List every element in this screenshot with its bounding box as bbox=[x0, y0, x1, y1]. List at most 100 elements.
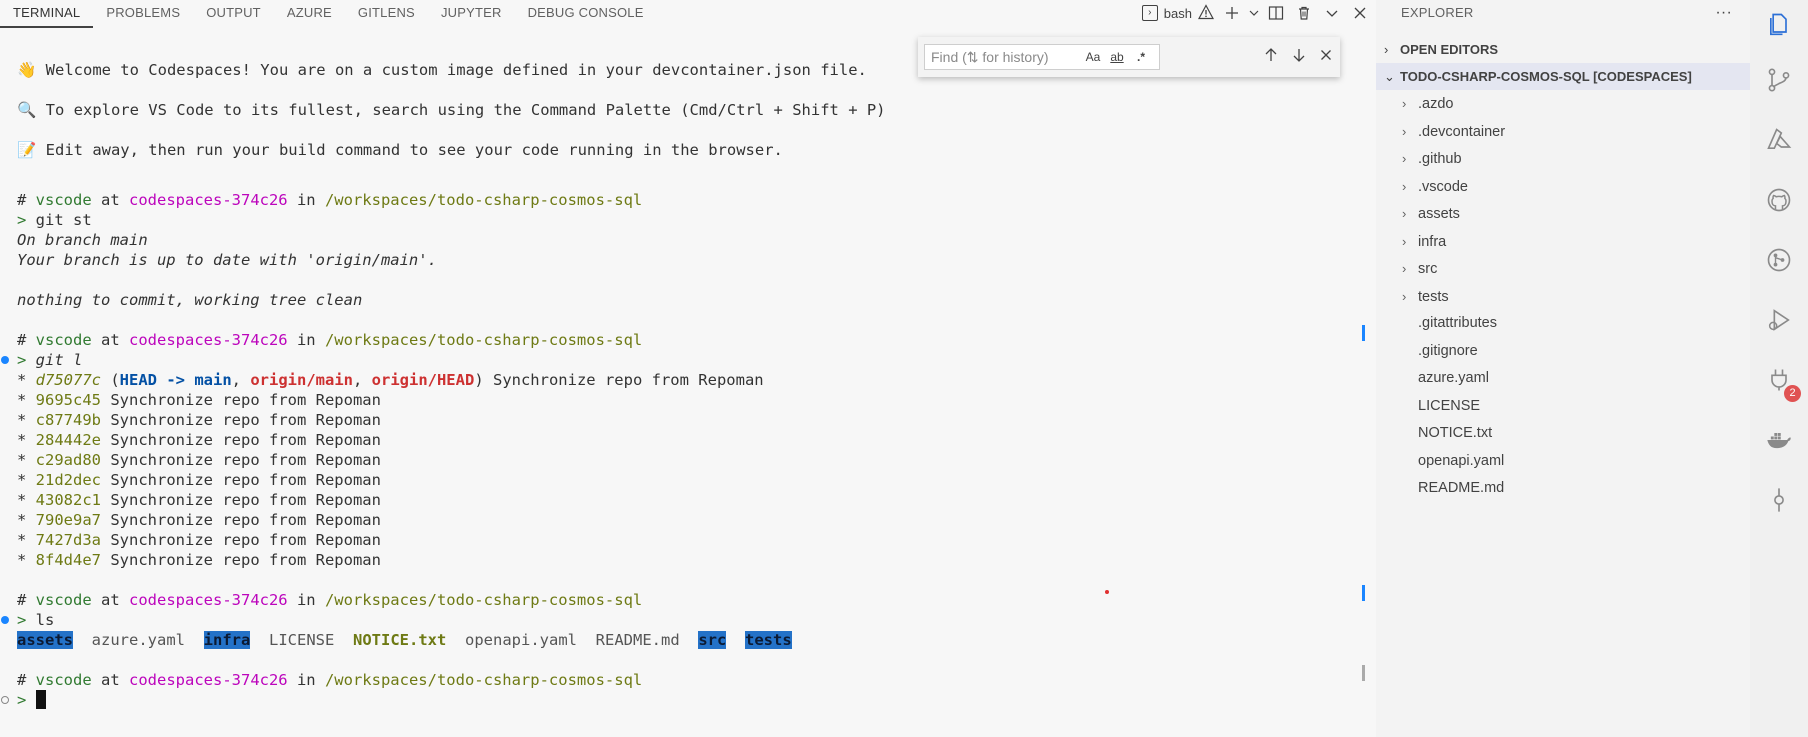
commit-hash: 21d2dec bbox=[35, 471, 101, 489]
ls-dir: src bbox=[698, 631, 727, 649]
command-decoration-icon[interactable] bbox=[1, 616, 9, 624]
tree-folder[interactable]: › .vscode bbox=[1376, 173, 1750, 201]
close-panel-button[interactable] bbox=[1346, 0, 1374, 26]
tab-gitlens[interactable]: GITLENS bbox=[345, 0, 428, 26]
tree-file[interactable]: .gitignore bbox=[1376, 338, 1750, 366]
maximize-panel-button[interactable] bbox=[1318, 0, 1346, 26]
command-line: > git l bbox=[1, 350, 1357, 370]
commit-hash: 284442e bbox=[35, 431, 101, 449]
next-match-button[interactable] bbox=[1285, 47, 1312, 67]
split-terminal-button[interactable] bbox=[1262, 0, 1290, 26]
terminal-cursor bbox=[35, 690, 46, 709]
open-editors-section[interactable]: › OPEN EDITORS bbox=[1376, 36, 1750, 63]
extensions-badge: 2 bbox=[1784, 385, 1801, 402]
chevron-down-icon[interactable] bbox=[1246, 0, 1262, 26]
extensions-icon[interactable]: 2 bbox=[1750, 355, 1808, 405]
tree-folder[interactable]: › .github bbox=[1376, 145, 1750, 173]
commit-message: Synchronize repo from Repoman bbox=[110, 451, 381, 469]
terminal-output[interactable]: 👋 Welcome to Codespaces! You are on a cu… bbox=[1, 50, 1357, 710]
explorer-header: EXPLORER ··· bbox=[1376, 0, 1750, 26]
tree-folder[interactable]: › .devcontainer bbox=[1376, 118, 1750, 146]
commit-line: * 43082c1 Synchronize repo from Repoman bbox=[17, 491, 381, 509]
github-icon[interactable] bbox=[1750, 175, 1808, 225]
tree-file[interactable]: LICENSE bbox=[1376, 393, 1750, 421]
command-decoration-icon[interactable] bbox=[1, 356, 9, 364]
commit-line: * 21d2dec Synchronize repo from Repoman bbox=[17, 471, 381, 489]
tab-terminal[interactable]: TERMINAL bbox=[0, 0, 94, 28]
tree-folder[interactable]: › infra bbox=[1376, 228, 1750, 256]
tree-file[interactable]: NOTICE.txt bbox=[1376, 420, 1750, 448]
welcome-line-3: 📝 Edit away, then run your build command… bbox=[17, 130, 1357, 170]
regex-toggle[interactable]: .* bbox=[1129, 50, 1153, 64]
close-find-button[interactable] bbox=[1313, 47, 1340, 67]
tab-jupyter[interactable]: JUPYTER bbox=[428, 0, 515, 26]
chevron-right-icon: › bbox=[1402, 261, 1407, 276]
commit-icon[interactable] bbox=[1750, 475, 1808, 525]
folder-name: tests bbox=[1418, 288, 1449, 305]
tree-file[interactable]: azure.yaml bbox=[1376, 365, 1750, 393]
tree-folder[interactable]: › src bbox=[1376, 255, 1750, 283]
active-prompt-line[interactable]: > bbox=[1, 690, 1357, 710]
welcome-text-1: Welcome to Codespaces! You are on a cust… bbox=[45, 61, 867, 79]
commit-message: Synchronize repo from Repoman bbox=[110, 531, 381, 549]
output-line: nothing to commit, working tree clean bbox=[17, 291, 363, 309]
terminal-selector[interactable]: › bash bbox=[1138, 0, 1218, 26]
ls-file: NOTICE.txt bbox=[353, 631, 447, 649]
source-control-icon[interactable] bbox=[1750, 55, 1808, 105]
new-terminal-button[interactable] bbox=[1218, 0, 1246, 26]
docker-icon[interactable] bbox=[1750, 415, 1808, 465]
ls-dir: tests bbox=[745, 631, 792, 649]
tree-folder[interactable]: › assets bbox=[1376, 200, 1750, 228]
red-marker-dot bbox=[1105, 590, 1109, 594]
activity-bar: 2 bbox=[1750, 0, 1808, 737]
welcome-line-2: 🔍 To explore VS Code to its fullest, sea… bbox=[17, 90, 1357, 130]
welcome-text-3: Edit away, then run your build command t… bbox=[45, 141, 783, 159]
command-decoration-icon[interactable] bbox=[1, 696, 9, 704]
more-actions-icon[interactable]: ··· bbox=[1715, 0, 1732, 26]
run-debug-icon[interactable] bbox=[1750, 295, 1808, 345]
folder-name: infra bbox=[1418, 233, 1447, 250]
prompt-line: # vscode at codespaces-374c26 in /worksp… bbox=[17, 331, 643, 349]
folder-name: assets bbox=[1418, 206, 1460, 222]
find-input[interactable] bbox=[931, 49, 1081, 65]
commit-message: Synchronize repo from Repoman bbox=[110, 431, 381, 449]
tree-folder[interactable]: › tests bbox=[1376, 283, 1750, 311]
tab-output[interactable]: OUTPUT bbox=[193, 0, 274, 26]
file-name: openapi.yaml bbox=[1418, 452, 1505, 469]
commit-hash: 8f4d4e7 bbox=[35, 551, 101, 569]
files-icon[interactable] bbox=[1750, 0, 1808, 50]
tree-file[interactable]: .gitattributes bbox=[1376, 310, 1750, 338]
commit-line: * 284442e Synchronize repo from Repoman bbox=[17, 431, 381, 449]
arrow-up-icon bbox=[1265, 48, 1277, 61]
commit-line: * 7427d3a Synchronize repo from Repoman bbox=[17, 531, 381, 549]
commit-hash: c29ad80 bbox=[35, 451, 101, 469]
azure-icon[interactable] bbox=[1750, 115, 1808, 165]
commit-message: Synchronize repo from Repoman bbox=[110, 391, 381, 409]
tree-file[interactable]: openapi.yaml bbox=[1376, 448, 1750, 476]
chevron-right-icon: › bbox=[1384, 42, 1389, 57]
kill-terminal-button[interactable] bbox=[1290, 0, 1318, 26]
command-line: > ls bbox=[1, 610, 1357, 630]
chevron-right-icon: › bbox=[1402, 206, 1407, 221]
explorer-title: EXPLORER bbox=[1401, 5, 1474, 20]
tab-problems[interactable]: PROBLEMS bbox=[93, 0, 193, 26]
commit-hash: c87749b bbox=[35, 411, 101, 429]
tab-debug-console[interactable]: DEBUG CONSOLE bbox=[515, 0, 657, 26]
scroll-marker bbox=[1362, 585, 1365, 601]
folder-name: .vscode bbox=[1418, 178, 1468, 195]
ls-output: assets azure.yaml infra LICENSE NOTICE.t… bbox=[17, 630, 1357, 650]
tree-file[interactable]: README.md bbox=[1376, 475, 1750, 503]
scroll-marker bbox=[1362, 665, 1365, 681]
match-whole-word-toggle[interactable]: ab bbox=[1105, 50, 1129, 64]
workspace-root-label: TODO-CSHARP-COSMOS-SQL [CODESPACES] bbox=[1400, 69, 1692, 84]
git-graph-icon[interactable] bbox=[1750, 235, 1808, 285]
workspace-root-section[interactable]: ⌄ TODO-CSHARP-COSMOS-SQL [CODESPACES] bbox=[1376, 63, 1750, 90]
tree-folder[interactable]: › .azdo bbox=[1376, 90, 1750, 118]
command-line: > git st bbox=[17, 211, 92, 229]
tab-azure[interactable]: AZURE bbox=[274, 0, 345, 26]
find-widget: Aa ab .* bbox=[918, 37, 1340, 77]
match-case-toggle[interactable]: Aa bbox=[1081, 50, 1105, 64]
prompt-line: # vscode at codespaces-374c26 in /worksp… bbox=[17, 191, 643, 209]
previous-match-button[interactable] bbox=[1258, 47, 1285, 67]
ls-file: LICENSE bbox=[269, 631, 335, 649]
